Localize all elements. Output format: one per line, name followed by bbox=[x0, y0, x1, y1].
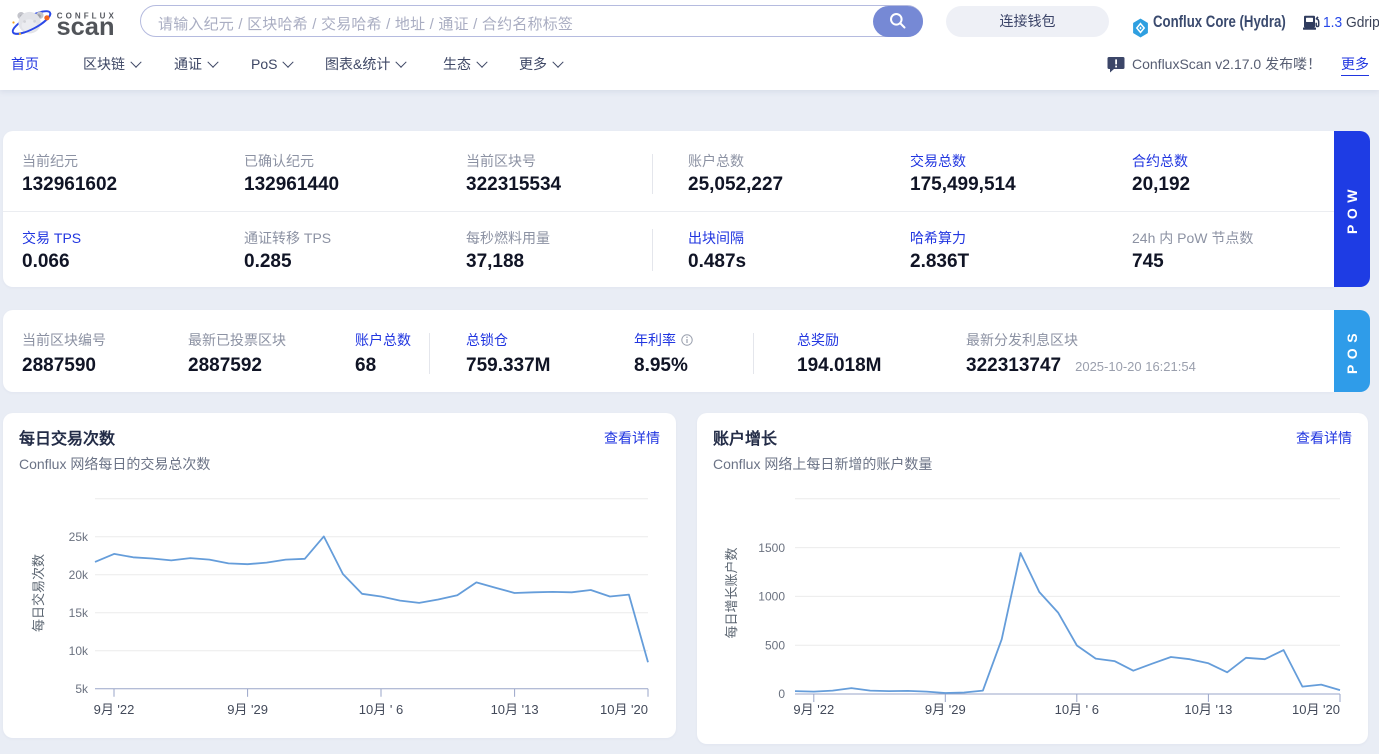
svg-text:1500: 1500 bbox=[758, 541, 785, 555]
svg-text:15k: 15k bbox=[69, 606, 89, 620]
svg-text:9月 '29: 9月 '29 bbox=[227, 702, 268, 717]
svg-text:10月 '20: 10月 '20 bbox=[600, 702, 648, 717]
svg-text:25k: 25k bbox=[69, 530, 89, 544]
svg-text:9月 '22: 9月 '22 bbox=[94, 702, 135, 717]
svg-text:10月 ' 6: 10月 ' 6 bbox=[1055, 702, 1099, 717]
svg-text:10月 '13: 10月 '13 bbox=[1184, 702, 1232, 717]
svg-text:9月 '22: 9月 '22 bbox=[793, 702, 834, 717]
svg-text:9月 '29: 9月 '29 bbox=[925, 702, 966, 717]
svg-text:每日增长账户数: 每日增长账户数 bbox=[724, 547, 739, 638]
svg-text:500: 500 bbox=[765, 638, 785, 652]
svg-text:1000: 1000 bbox=[758, 590, 785, 604]
svg-text:scan: scan bbox=[57, 13, 115, 41]
svg-text:10月 '20: 10月 '20 bbox=[1292, 702, 1340, 717]
svg-text:20k: 20k bbox=[69, 568, 89, 582]
svg-text:每日交易次数: 每日交易次数 bbox=[31, 554, 46, 632]
svg-text:5k: 5k bbox=[75, 682, 89, 696]
svg-text:10月 ' 6: 10月 ' 6 bbox=[359, 702, 403, 717]
svg-text:10k: 10k bbox=[69, 644, 89, 658]
svg-text:0: 0 bbox=[778, 687, 785, 701]
svg-text:10月 '13: 10月 '13 bbox=[491, 702, 539, 717]
